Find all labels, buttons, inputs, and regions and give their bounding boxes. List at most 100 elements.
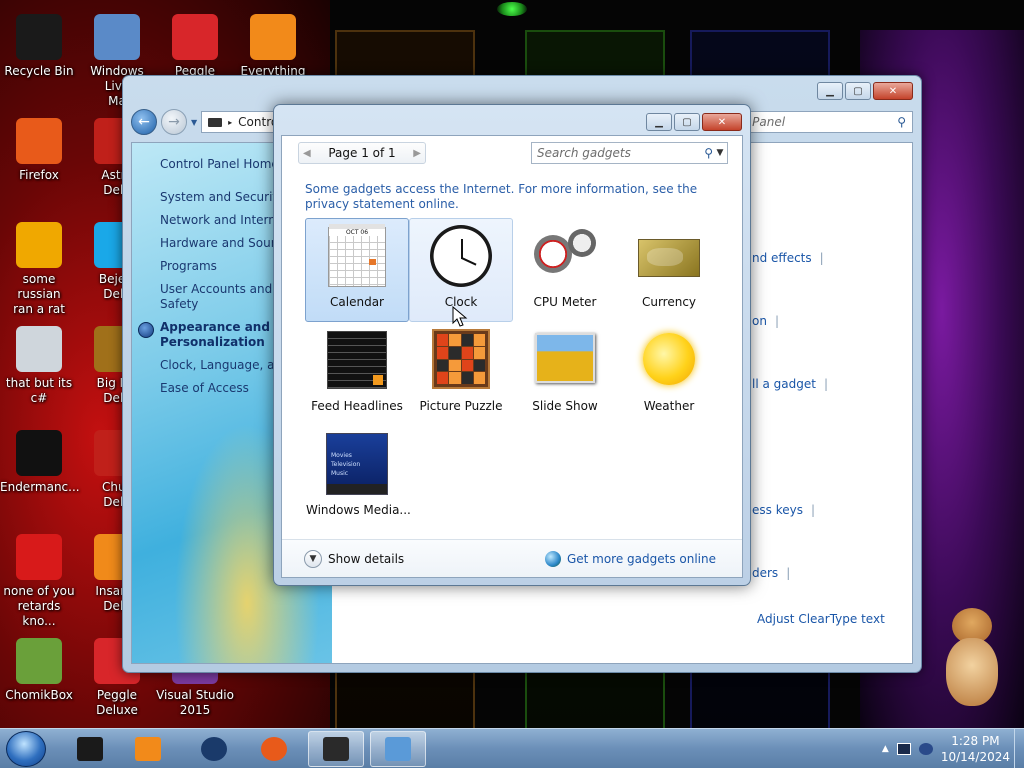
next-page-icon[interactable]: ▶ — [413, 148, 421, 159]
gadget-tile[interactable]: Weather — [617, 322, 721, 426]
get-more-gadgets-label: Get more gadgets online — [566, 551, 716, 566]
taskbar: ▲ 1:28 PM 10/14/2024 — [0, 728, 1024, 768]
desktop-icon[interactable]: none of you retards kno... — [0, 534, 78, 629]
search-dropdown-icon[interactable]: ▼ — [713, 148, 727, 158]
taskbar-button[interactable] — [186, 731, 242, 767]
gadget-tile[interactable]: Movies Television Music Windows Media... — [305, 426, 411, 530]
maximize-button[interactable]: ▢ — [845, 82, 871, 100]
start-button[interactable] — [6, 731, 46, 767]
show-details-toggle[interactable]: ▼ Show details — [304, 549, 404, 568]
gadget-tile[interactable]: Feed Headlines — [305, 322, 409, 426]
forward-button[interactable]: → — [161, 109, 187, 135]
main-link[interactable]: ll a gadget | — [752, 377, 828, 391]
gadgets-app-icon — [323, 737, 349, 761]
gadget-label: Weather — [643, 399, 695, 413]
gadget-label: Windows Media... — [306, 503, 411, 517]
tray-expand-icon[interactable]: ▲ — [882, 744, 889, 754]
puzzle-tile — [461, 334, 473, 346]
puzzle-tile — [473, 359, 485, 372]
control-panel-search-input[interactable]: l Panel ⚲ — [738, 111, 913, 133]
gadget-tile[interactable]: CPU Meter — [513, 218, 617, 322]
meter-dial — [568, 229, 596, 257]
desktop-icon-label: none of you retards kno... — [3, 584, 75, 628]
main-link[interactable]: on | — [752, 314, 779, 328]
globe-icon — [544, 550, 561, 567]
main-link-label: ll a gadget — [752, 377, 816, 391]
recent-pages-dropdown-icon[interactable]: ▼ — [191, 118, 197, 127]
network-icon[interactable] — [896, 743, 911, 755]
terminal-icon — [16, 430, 62, 476]
desktop-icon[interactable]: that but its c# — [0, 326, 78, 406]
show-desktop-button[interactable] — [1014, 729, 1024, 768]
close-button[interactable]: ✕ — [873, 82, 913, 100]
gallery-close-button[interactable]: ✕ — [702, 113, 742, 131]
search-icon[interactable]: ⚲ — [704, 146, 713, 160]
puzzle-tile — [473, 346, 485, 359]
gallery-minimize-button[interactable]: ▁ — [646, 113, 672, 131]
clock-date: 10/14/2024 — [940, 750, 1010, 764]
puzzle-tile — [449, 334, 461, 346]
gadget-label: CPU Meter — [533, 295, 597, 309]
taskbar-button[interactable] — [308, 731, 364, 767]
get-more-gadgets-link[interactable]: Get more gadgets online — [544, 550, 716, 567]
meter-dial — [534, 235, 572, 273]
desktop-icon[interactable]: ChomikBox — [0, 638, 78, 703]
taskbar-button[interactable] — [62, 731, 118, 767]
cpu-meter-icon — [532, 223, 598, 289]
currency-card — [638, 239, 700, 277]
desktop-icon[interactable]: Recycle Bin — [0, 14, 78, 79]
dino-icon — [16, 534, 62, 580]
puzzle-tile — [449, 346, 461, 359]
search-gadgets-placeholder: Search gadgets — [537, 146, 631, 160]
taskbar-clock[interactable]: 1:28 PM 10/14/2024 — [941, 733, 1010, 765]
puzzle-tile — [437, 372, 449, 384]
volume-icon[interactable] — [918, 743, 933, 755]
privacy-note[interactable]: Some gadgets access the Internet. For mo… — [305, 182, 725, 212]
puzzle-tile — [461, 346, 473, 359]
desktop-icon-label: Endermanc... — [0, 480, 80, 494]
minimize-button[interactable]: ▁ — [817, 82, 843, 100]
control-panel-caption-buttons: ▁ ▢ ✕ — [817, 82, 913, 100]
desktop-icon[interactable]: Endermanc... — [0, 430, 80, 495]
link-separator: | — [774, 314, 779, 328]
desktop-icon[interactable]: Firefox — [0, 118, 78, 183]
desktop-icon[interactable]: some russian ran a rat — [0, 222, 78, 317]
picture-puzzle-icon — [428, 327, 494, 393]
main-link[interactable]: ess keys | — [752, 503, 815, 517]
media-center-menu-item: Movies — [331, 452, 352, 459]
previous-page-icon[interactable]: ◀ — [303, 148, 311, 159]
main-link[interactable]: Adjust ClearType text — [757, 612, 885, 626]
gadget-label: Calendar — [330, 295, 384, 309]
taskbar-button[interactable] — [246, 731, 302, 767]
media-center-menu-item: Television — [331, 461, 361, 468]
taskbar-button[interactable] — [120, 731, 176, 767]
main-link-label: ders — [752, 566, 779, 580]
calendar-icon: OCT 06 — [324, 223, 390, 289]
gadget-tile[interactable]: Currency — [617, 218, 721, 322]
control-panel-icon — [385, 737, 411, 761]
gadget-tile[interactable]: Picture Puzzle — [409, 322, 513, 426]
page-indicator: Page 1 of 1 — [328, 146, 396, 160]
search-gadgets-input[interactable]: Search gadgets ⚲ ▼ — [531, 142, 728, 164]
currency-icon — [636, 223, 702, 289]
back-button[interactable]: ← — [131, 109, 157, 135]
puzzle-tile — [461, 372, 473, 384]
clock-icon — [428, 223, 494, 289]
gadget-label: Currency — [641, 295, 697, 309]
taskbar-button[interactable] — [370, 731, 426, 767]
gadget-tile[interactable]: Slide Show — [513, 322, 617, 426]
gallery-maximize-button[interactable]: ▢ — [674, 113, 700, 131]
calendar-page: OCT 06 — [328, 224, 386, 287]
chevron-down-icon[interactable]: ▼ — [304, 549, 322, 568]
slide-photo — [535, 333, 595, 383]
main-link[interactable]: nd effects | — [752, 251, 824, 265]
gadget-gallery-window[interactable]: ▁ ▢ ✕ ◀ Page 1 of 1 ▶ Search gadgets ⚲ ▼… — [273, 104, 751, 586]
main-link[interactable]: ders | — [752, 566, 790, 580]
peggle-icon — [172, 14, 218, 60]
gadget-gallery-footer: ▼ Show details Get more gadgets online — [282, 539, 742, 577]
gadget-tile[interactable]: OCT 06 Calendar — [305, 218, 409, 322]
windows-stack-icon — [16, 326, 62, 372]
desktop-icon[interactable]: Everything — [234, 14, 312, 79]
black-box-icon — [77, 737, 103, 761]
hamster-desktop-gadget[interactable] — [944, 608, 1004, 708]
